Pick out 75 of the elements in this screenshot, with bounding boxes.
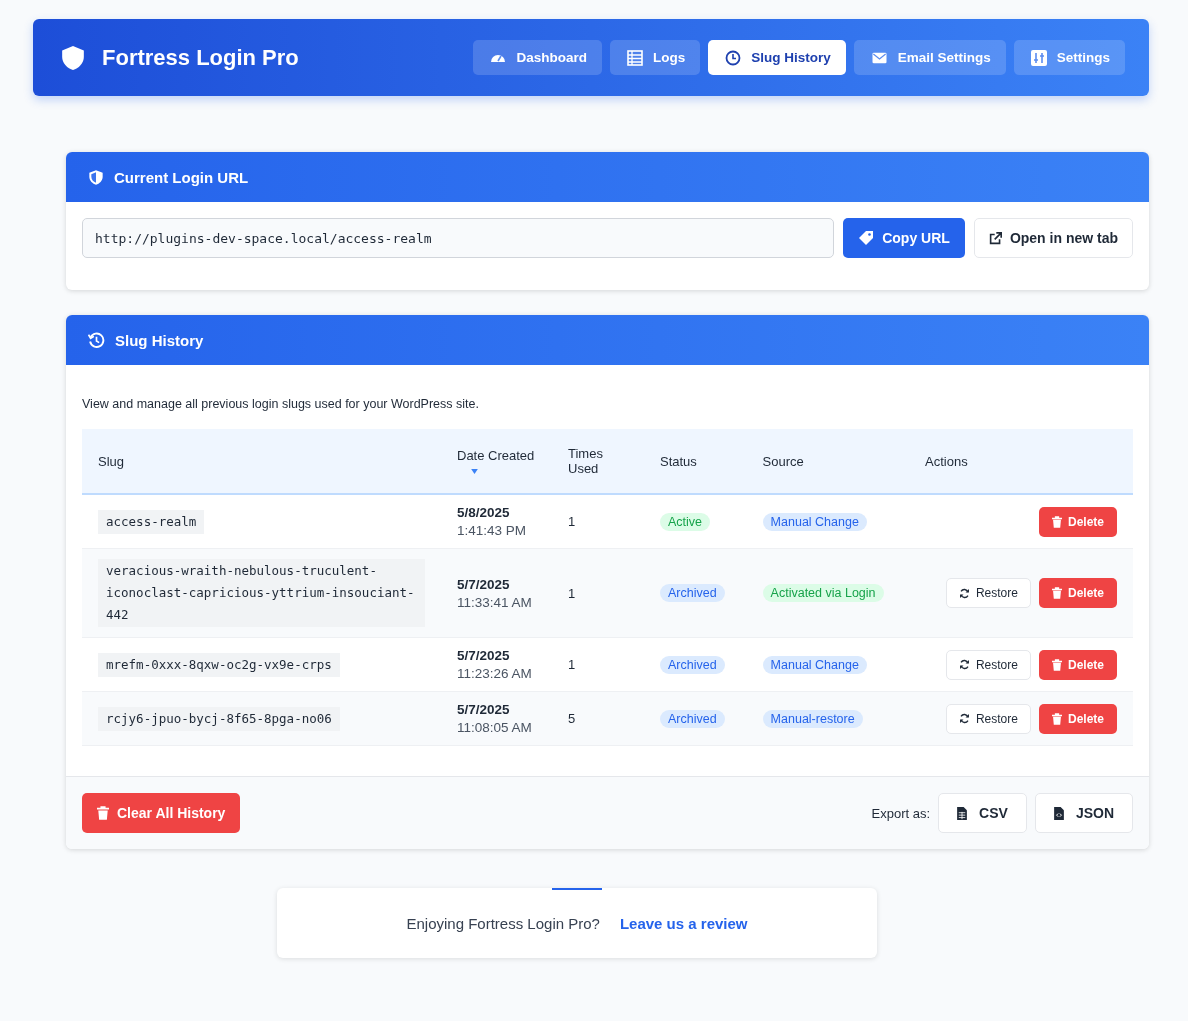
list-icon (626, 49, 643, 66)
column-header: Source (746, 429, 909, 494)
delete-button[interactable]: Delete (1038, 703, 1117, 734)
status-badge: Archived (660, 709, 725, 728)
shield-icon (88, 168, 104, 186)
restore-button[interactable]: Restore (945, 578, 1031, 608)
description-text: View and manage all previous login slugs used for your WordPress site. (82, 397, 480, 411)
nav-tab[interactable]: Logs (609, 40, 701, 75)
slug-code: veracious-wraith-nebulous-truculent-iconoclast-capricious-yttrium-insouciant-442 (98, 559, 425, 627)
sliders-icon (1030, 49, 1047, 66)
history-icon (88, 331, 105, 349)
code-file-icon (1053, 806, 1064, 820)
tag-icon (858, 230, 875, 246)
time-text: 11:33:41 AM (457, 594, 533, 610)
delete-button[interactable]: Delete (1038, 649, 1117, 680)
sort-down-icon (471, 469, 478, 474)
card-title: Slug History (115, 331, 204, 349)
url-field[interactable]: http://plugins-dev-space.local/access-realm (82, 218, 835, 258)
csv-export-button[interactable]: CSV (938, 793, 1027, 833)
times-used-text: 1 (568, 514, 576, 529)
source-badge: Manual-restore (762, 709, 863, 728)
review-prompt: Enjoying Fortress Login Pro? (406, 914, 600, 932)
app-title: Fortress Login Pro (102, 44, 299, 71)
times-used-text: 1 (568, 657, 576, 672)
restore-button[interactable]: Restore (945, 649, 1031, 680)
date-text: 5/7/2025 (457, 702, 511, 717)
external-link-icon (988, 231, 1002, 245)
status-badge: Archived (660, 584, 725, 602)
nav-tab[interactable]: Dashboard (473, 40, 602, 75)
nav-tab[interactable]: Email Settings (853, 40, 1006, 75)
trash-icon (97, 806, 109, 820)
trash-icon (1051, 712, 1062, 725)
date-text: 5/7/2025 (457, 576, 511, 592)
time-text: 1:41:43 PM (457, 523, 528, 538)
source-badge: Manual Change (762, 655, 867, 674)
open-new-tab-button[interactable]: Open in new tab (973, 218, 1133, 258)
date-text: 5/8/2025 (457, 505, 511, 520)
column-header: Status (644, 429, 747, 494)
column-header: Times Used (552, 429, 644, 494)
delete-button[interactable]: Delete (1038, 578, 1117, 608)
source-badge: Manual Change (762, 512, 867, 531)
shield-icon (60, 43, 86, 72)
trash-icon (1051, 658, 1062, 671)
delete-button[interactable]: Delete (1038, 506, 1117, 537)
date-text: 5/7/2025 (457, 648, 511, 663)
column-header[interactable]: Date Created (441, 429, 552, 494)
refresh-icon (958, 587, 970, 599)
times-used-text: 1 (568, 585, 576, 601)
nav-tab[interactable]: Settings (1013, 40, 1125, 75)
clock-icon (725, 49, 742, 66)
column-header: Slug (82, 429, 441, 494)
json-export-button[interactable]: JSON (1034, 793, 1133, 833)
status-badge: Active (660, 512, 711, 531)
source-badge: Activated via Login (762, 584, 884, 602)
slug-code: mrefm-0xxx-8qxw-oc2g-vx9e-crps (98, 652, 340, 677)
review-link[interactable]: Leave us a review (619, 914, 748, 932)
refresh-icon (958, 713, 970, 724)
status-badge: Archived (660, 655, 725, 674)
slug-code: access-realm (98, 509, 205, 534)
trash-icon (1051, 587, 1062, 599)
trash-icon (1051, 515, 1062, 528)
restore-button[interactable]: Restore (945, 703, 1031, 734)
mail-icon (870, 50, 888, 65)
column-header: Actions (909, 429, 1133, 494)
times-used-text: 5 (568, 711, 576, 726)
time-text: 11:08:05 AM (457, 720, 533, 735)
copy-url-button[interactable]: Copy URL (843, 218, 965, 258)
nav-tab[interactable]: Slug History (708, 40, 846, 75)
clear-history-button[interactable]: Clear All History (82, 793, 241, 833)
card-title: Current Login URL (114, 168, 249, 186)
spreadsheet-file-icon (957, 806, 968, 820)
time-text: 11:23:26 AM (457, 666, 533, 681)
slug-code: rcjy6-jpuo-bycj-8f65-8pga-no06 (98, 706, 340, 731)
export-label: Export as: (871, 805, 931, 821)
refresh-icon (958, 659, 970, 670)
